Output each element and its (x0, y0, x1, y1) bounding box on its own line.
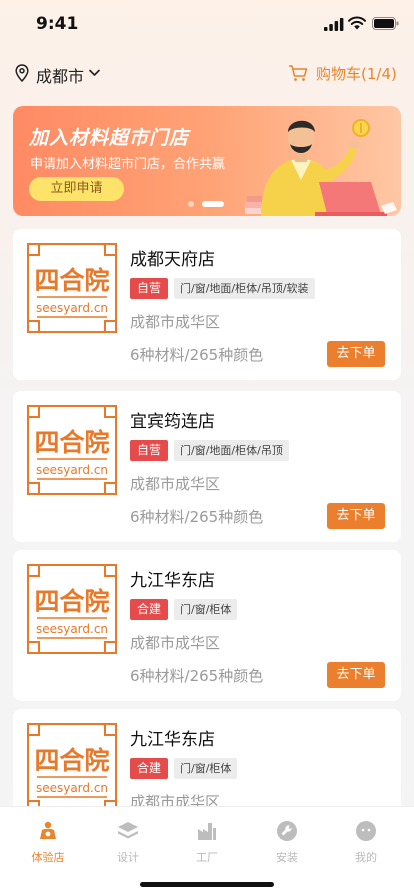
logo-url-text: seesyard.cn (36, 463, 108, 477)
promo-banner[interactable]: 加入材料超市门店 申请加入材料超市门店，合作共赢 立即申请 (13, 106, 401, 216)
store-area: 成都市成华区 (130, 475, 221, 493)
store-name: 宜宾筠连店 (130, 412, 215, 432)
status-bar: 9:41 (0, 0, 414, 50)
carousel-indicator[interactable] (188, 201, 238, 209)
profile-icon (356, 821, 376, 841)
businessman-illustration (245, 119, 397, 216)
home-indicator (140, 882, 274, 887)
logo-brand-text: 四合院 (34, 266, 109, 295)
store-category-tag: 门/窗/地面/柜体/吊顶 (174, 440, 289, 461)
top-header: 成都市 购物车(1/4) (0, 58, 414, 90)
place-order-button[interactable]: 去下单 (327, 503, 385, 529)
store-area: 成都市成华区 (130, 634, 221, 652)
siheyuan-logo: 四合院 seesyard.cn (27, 564, 117, 654)
store-stats: 6种材料/265种颜色 (130, 346, 264, 364)
tab-label: 安装 (276, 851, 298, 864)
store-type-badge: 合建 (130, 758, 169, 779)
place-order-button[interactable]: 去下单 (327, 662, 385, 688)
store-name: 九江华东店 (130, 571, 215, 591)
location-pin-icon[interactable] (15, 64, 29, 82)
banner-title: 加入材料超市门店 (29, 127, 190, 149)
logo-brand-text: 四合院 (34, 428, 109, 457)
banner-subtitle: 申请加入材料超市门店，合作共赢 (30, 157, 226, 172)
layers-icon (118, 822, 138, 839)
tab-install[interactable]: 安装 (257, 819, 317, 869)
status-time: 9:41 (36, 14, 79, 34)
apply-button[interactable]: 立即申请 (29, 177, 124, 201)
tab-design[interactable]: 设计 (98, 819, 158, 869)
store-category-tag: 门/窗/柜体 (174, 758, 238, 779)
tab-label: 设计 (117, 851, 139, 864)
siheyuan-logo: 四合院 seesyard.cn (27, 243, 117, 333)
logo-url-text: seesyard.cn (36, 301, 108, 315)
logo-url-text: seesyard.cn (36, 622, 108, 636)
carousel-dot[interactable] (188, 201, 194, 207)
store-area: 成都市成华区 (130, 313, 221, 331)
store-category-tag: 门/窗/地面/柜体/吊顶/软装 (174, 278, 315, 299)
siheyuan-logo: 四合院 seesyard.cn (27, 405, 117, 495)
tab-label: 工厂 (196, 851, 218, 864)
store-name: 九江华东店 (130, 730, 215, 750)
wrench-icon (277, 821, 297, 841)
battery-icon (372, 17, 399, 30)
store-stats: 6种材料/265种颜色 (130, 667, 264, 685)
siheyuan-logo: 四合院 seesyard.cn (27, 723, 117, 813)
tab-profile[interactable]: 我的 (336, 819, 396, 869)
logo-brand-text: 四合院 (34, 746, 109, 775)
store-type-badge: 自营 (130, 440, 169, 461)
cart-button[interactable]: 购物车(1/4) (316, 63, 397, 84)
chevron-down-icon[interactable] (89, 69, 100, 77)
tab-store[interactable]: 体验店 (18, 819, 78, 869)
store-type-badge: 自营 (130, 278, 169, 299)
store-card[interactable]: 四合院 seesyard.cn 九江华东店 合建 门/窗/柜体 成都市成华区 6种… (13, 550, 401, 701)
place-order-button[interactable]: 去下单 (327, 341, 385, 367)
tab-label: 体验店 (31, 851, 65, 864)
store-icon (40, 821, 56, 839)
store-stats: 6种材料/265种颜色 (130, 508, 264, 526)
factory-icon (198, 823, 216, 840)
store-card[interactable]: 四合院 seesyard.cn 宜宾筠连店 自营 门/窗/地面/柜体/吊顶 成都市… (13, 391, 401, 542)
store-name: 成都天府店 (130, 250, 215, 270)
store-category-tag: 门/窗/柜体 (174, 599, 238, 620)
carousel-dot-active[interactable] (202, 201, 224, 207)
city-selector[interactable]: 成都市 (36, 63, 84, 87)
cart-icon[interactable] (288, 64, 308, 82)
signal-icon (324, 18, 344, 31)
logo-url-text: seesyard.cn (36, 781, 108, 795)
wifi-icon (348, 16, 366, 30)
tab-label: 我的 (355, 851, 377, 864)
store-type-badge: 合建 (130, 599, 169, 620)
store-card[interactable]: 四合院 seesyard.cn 成都天府店 自营 门/窗/地面/柜体/吊顶/软装 … (13, 229, 401, 380)
logo-brand-text: 四合院 (34, 587, 109, 616)
tab-factory[interactable]: 工厂 (177, 819, 237, 869)
